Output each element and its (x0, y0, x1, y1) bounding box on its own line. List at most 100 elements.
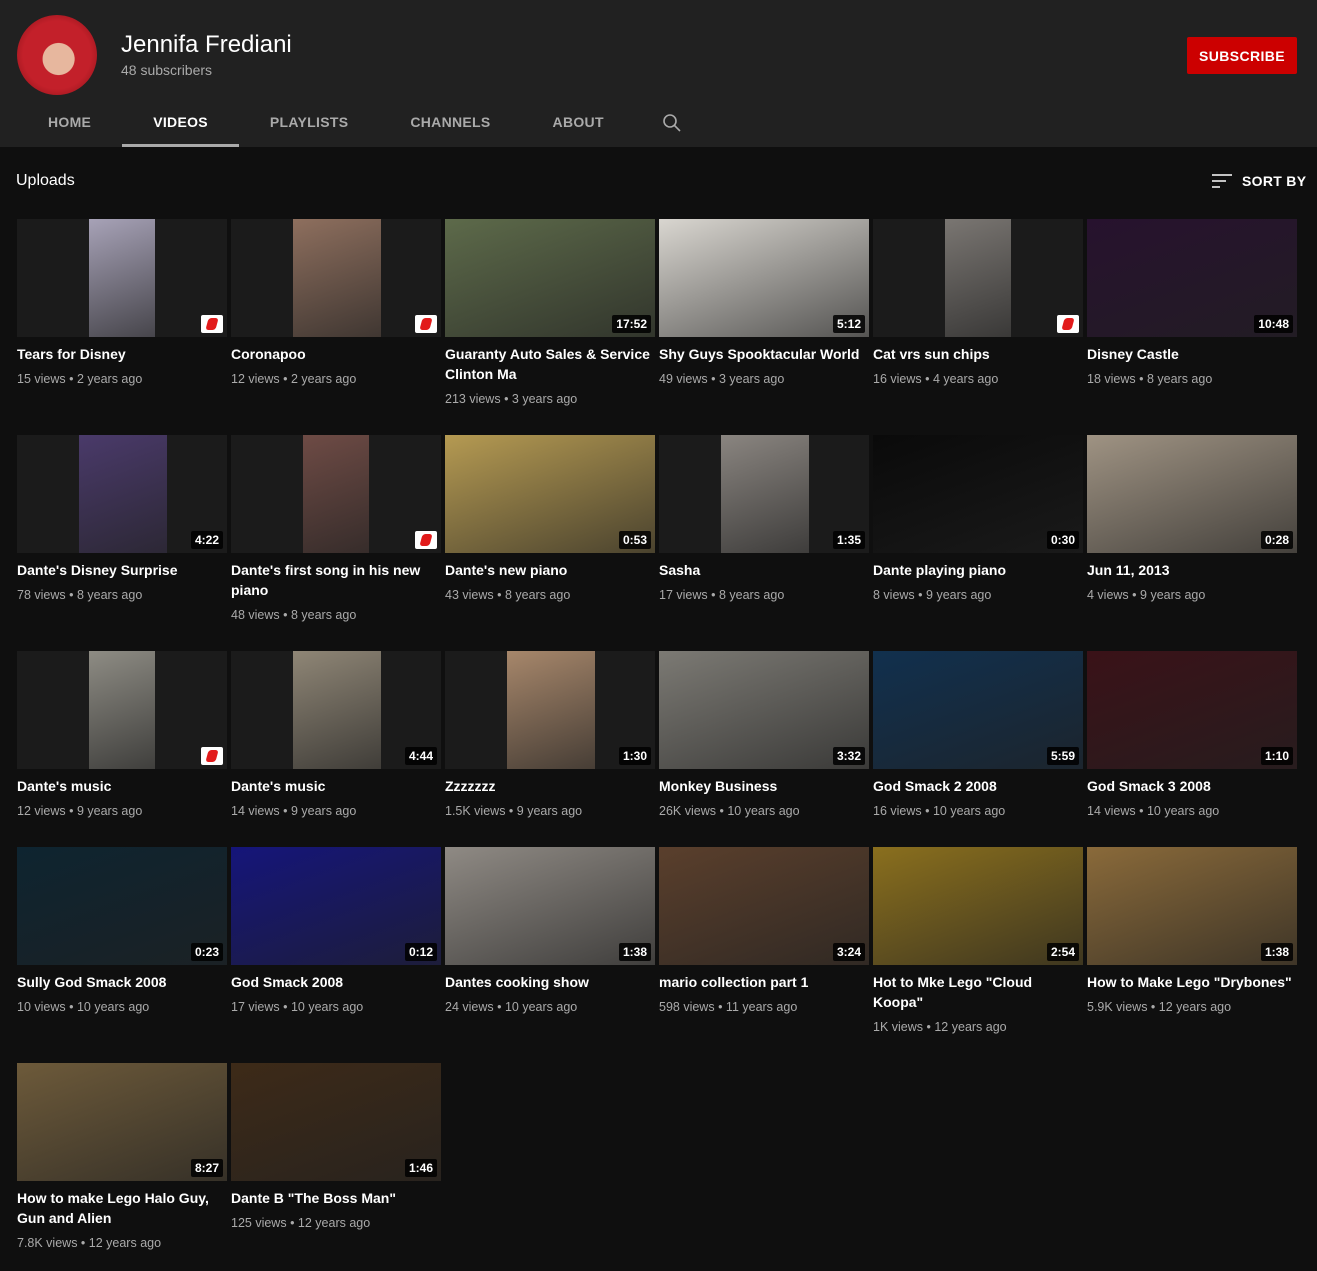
video-card[interactable]: 0:12 God Smack 2008 17 views • 10 years ag… (231, 847, 441, 1014)
video-thumbnail[interactable]: 1:38 (1087, 847, 1297, 965)
subscriber-count: 48 subscribers (121, 62, 213, 78)
search-icon[interactable] (662, 113, 682, 133)
video-card[interactable]: 1:38 How to Make Lego "Drybones" 5.9K view… (1087, 847, 1297, 1014)
view-count: 213 views (445, 392, 501, 406)
video-title[interactable]: Hot to Mke Lego "Cloud Koopa" (873, 972, 1083, 1012)
video-card[interactable]: 0:53 Dante's new piano 43 views • 8 years … (445, 435, 655, 602)
video-thumbnail[interactable] (231, 219, 441, 337)
video-thumbnail[interactable]: 4:22 (17, 435, 227, 553)
upload-age: 10 years ago (1146, 804, 1220, 818)
video-card[interactable]: 4:22 Dante's Disney Surprise 78 views • 8 … (17, 435, 227, 602)
video-title[interactable]: God Smack 2 2008 (873, 776, 1083, 796)
video-card[interactable]: 0:28 Jun 11, 2013 4 views • 9 years ago (1087, 435, 1297, 602)
subscribe-button[interactable]: SUBSCRIBE (1187, 37, 1297, 74)
video-card[interactable]: 2:54 Hot to Mke Lego "Cloud Koopa" 1K view… (873, 847, 1083, 1034)
upload-age: 9 years ago (516, 804, 583, 818)
video-thumbnail[interactable]: 3:24 (659, 847, 869, 965)
video-thumbnail[interactable]: 5:12 (659, 219, 869, 337)
video-card[interactable]: 1:35 Sasha 17 views • 8 years ago (659, 435, 869, 602)
video-card[interactable]: 8:27 How to make Lego Halo Guy, Gun and A… (17, 1063, 227, 1250)
video-thumbnail[interactable]: 2:54 (873, 847, 1083, 965)
meta-separator: • (279, 372, 291, 386)
video-meta: 10 views • 10 years ago (17, 1000, 227, 1014)
video-thumbnail[interactable]: 17:52 (445, 219, 655, 337)
video-title[interactable]: Dante's first song in his new piano (231, 560, 441, 600)
video-card[interactable]: Dante's music 12 views • 9 years ago (17, 651, 227, 818)
tab-channels[interactable]: CHANNELS (379, 98, 521, 147)
video-meta: 14 views • 10 years ago (1087, 804, 1297, 818)
video-card[interactable]: 0:23 Sully God Smack 2008 10 views • 10 ye… (17, 847, 227, 1014)
video-thumbnail[interactable]: 4:44 (231, 651, 441, 769)
video-thumbnail[interactable]: 10:48 (1087, 219, 1297, 337)
video-title[interactable]: Zzzzzzz (445, 776, 655, 796)
video-title[interactable]: Dante's music (231, 776, 441, 796)
video-thumbnail[interactable]: 0:28 (1087, 435, 1297, 553)
sort-by-button[interactable]: SORT BY (1212, 173, 1306, 189)
video-title[interactable]: Shy Guys Spooktacular World (659, 344, 869, 364)
view-count: 14 views (1087, 804, 1136, 818)
video-thumbnail[interactable]: 1:38 (445, 847, 655, 965)
video-title[interactable]: Tears for Disney (17, 344, 227, 364)
video-thumbnail[interactable]: 1:30 (445, 651, 655, 769)
video-thumbnail[interactable]: 1:10 (1087, 651, 1297, 769)
video-title[interactable]: Guaranty Auto Sales & Service Clinton Ma (445, 344, 655, 384)
meta-separator: • (715, 804, 728, 818)
video-card[interactable]: Coronapoo 12 views • 2 years ago (231, 219, 441, 386)
video-card[interactable]: 17:52 Guaranty Auto Sales & Service Clint… (445, 219, 655, 406)
video-title[interactable]: Dante B "The Boss Man" (231, 1188, 441, 1208)
video-thumbnail[interactable] (231, 435, 441, 553)
video-title[interactable]: God Smack 2008 (231, 972, 441, 992)
video-meta: 8 views • 9 years ago (873, 588, 1083, 602)
video-title[interactable]: mario collection part 1 (659, 972, 869, 992)
tab-videos[interactable]: VIDEOS (122, 98, 239, 147)
video-thumbnail[interactable]: 8:27 (17, 1063, 227, 1181)
video-thumbnail[interactable]: 0:12 (231, 847, 441, 965)
video-title[interactable]: Monkey Business (659, 776, 869, 796)
video-duration: 3:32 (832, 747, 865, 765)
video-thumbnail[interactable]: 1:35 (659, 435, 869, 553)
video-title[interactable]: Sully God Smack 2008 (17, 972, 227, 992)
tab-about[interactable]: ABOUT (522, 98, 635, 147)
tab-home[interactable]: HOME (17, 98, 122, 147)
video-thumbnail[interactable]: 0:23 (17, 847, 227, 965)
video-card[interactable]: 4:44 Dante's music 14 views • 9 years ago (231, 651, 441, 818)
video-title[interactable]: Sasha (659, 560, 869, 580)
video-title[interactable]: Dante playing piano (873, 560, 1083, 580)
video-card[interactable]: 5:59 God Smack 2 2008 16 views • 10 years … (873, 651, 1083, 818)
upload-age: 3 years ago (718, 372, 785, 386)
video-card[interactable]: 1:46 Dante B "The Boss Man" 125 views • 12… (231, 1063, 441, 1230)
video-title[interactable]: Jun 11, 2013 (1087, 560, 1297, 580)
video-title[interactable]: Disney Castle (1087, 344, 1297, 364)
video-title[interactable]: Dantes cooking show (445, 972, 655, 992)
video-title[interactable]: Dante's music (17, 776, 227, 796)
video-card[interactable]: Cat vrs sun chips 16 views • 4 years ago (873, 219, 1083, 386)
video-card[interactable]: 5:12 Shy Guys Spooktacular World 49 views … (659, 219, 869, 386)
video-card[interactable]: 3:32 Monkey Business 26K views • 10 years … (659, 651, 869, 818)
video-thumbnail[interactable]: 0:30 (873, 435, 1083, 553)
video-title[interactable]: Coronapoo (231, 344, 441, 364)
video-title[interactable]: How to Make Lego "Drybones" (1087, 972, 1297, 992)
video-card[interactable]: 1:38 Dantes cooking show 24 views • 10 yea… (445, 847, 655, 1014)
tab-playlists[interactable]: PLAYLISTS (239, 98, 379, 147)
video-title[interactable]: Dante's new piano (445, 560, 655, 580)
video-card[interactable]: Tears for Disney 15 views • 2 years ago (17, 219, 227, 386)
video-card[interactable]: 1:10 God Smack 3 2008 14 views • 10 years … (1087, 651, 1297, 818)
video-card[interactable]: 3:24 mario collection part 1 598 views • 1… (659, 847, 869, 1014)
video-thumbnail[interactable]: 3:32 (659, 651, 869, 769)
video-card[interactable]: Dante's first song in his new piano 48 vi… (231, 435, 441, 622)
channel-avatar[interactable] (17, 15, 97, 95)
video-card[interactable]: 0:30 Dante playing piano 8 views • 9 years… (873, 435, 1083, 602)
video-card[interactable]: 1:30 Zzzzzzz 1.5K views • 9 years ago (445, 651, 655, 818)
video-thumbnail[interactable] (873, 219, 1083, 337)
video-title[interactable]: Dante's Disney Surprise (17, 560, 227, 580)
video-thumbnail[interactable] (17, 651, 227, 769)
video-card[interactable]: 10:48 Disney Castle 18 views • 8 years ago (1087, 219, 1297, 386)
video-thumbnail[interactable] (17, 219, 227, 337)
video-title[interactable]: Cat vrs sun chips (873, 344, 1083, 364)
video-thumbnail[interactable]: 1:46 (231, 1063, 441, 1181)
video-thumbnail[interactable]: 0:53 (445, 435, 655, 553)
video-title[interactable]: God Smack 3 2008 (1087, 776, 1297, 796)
video-meta: 24 views • 10 years ago (445, 1000, 655, 1014)
video-title[interactable]: How to make Lego Halo Guy, Gun and Alien (17, 1188, 227, 1228)
video-thumbnail[interactable]: 5:59 (873, 651, 1083, 769)
